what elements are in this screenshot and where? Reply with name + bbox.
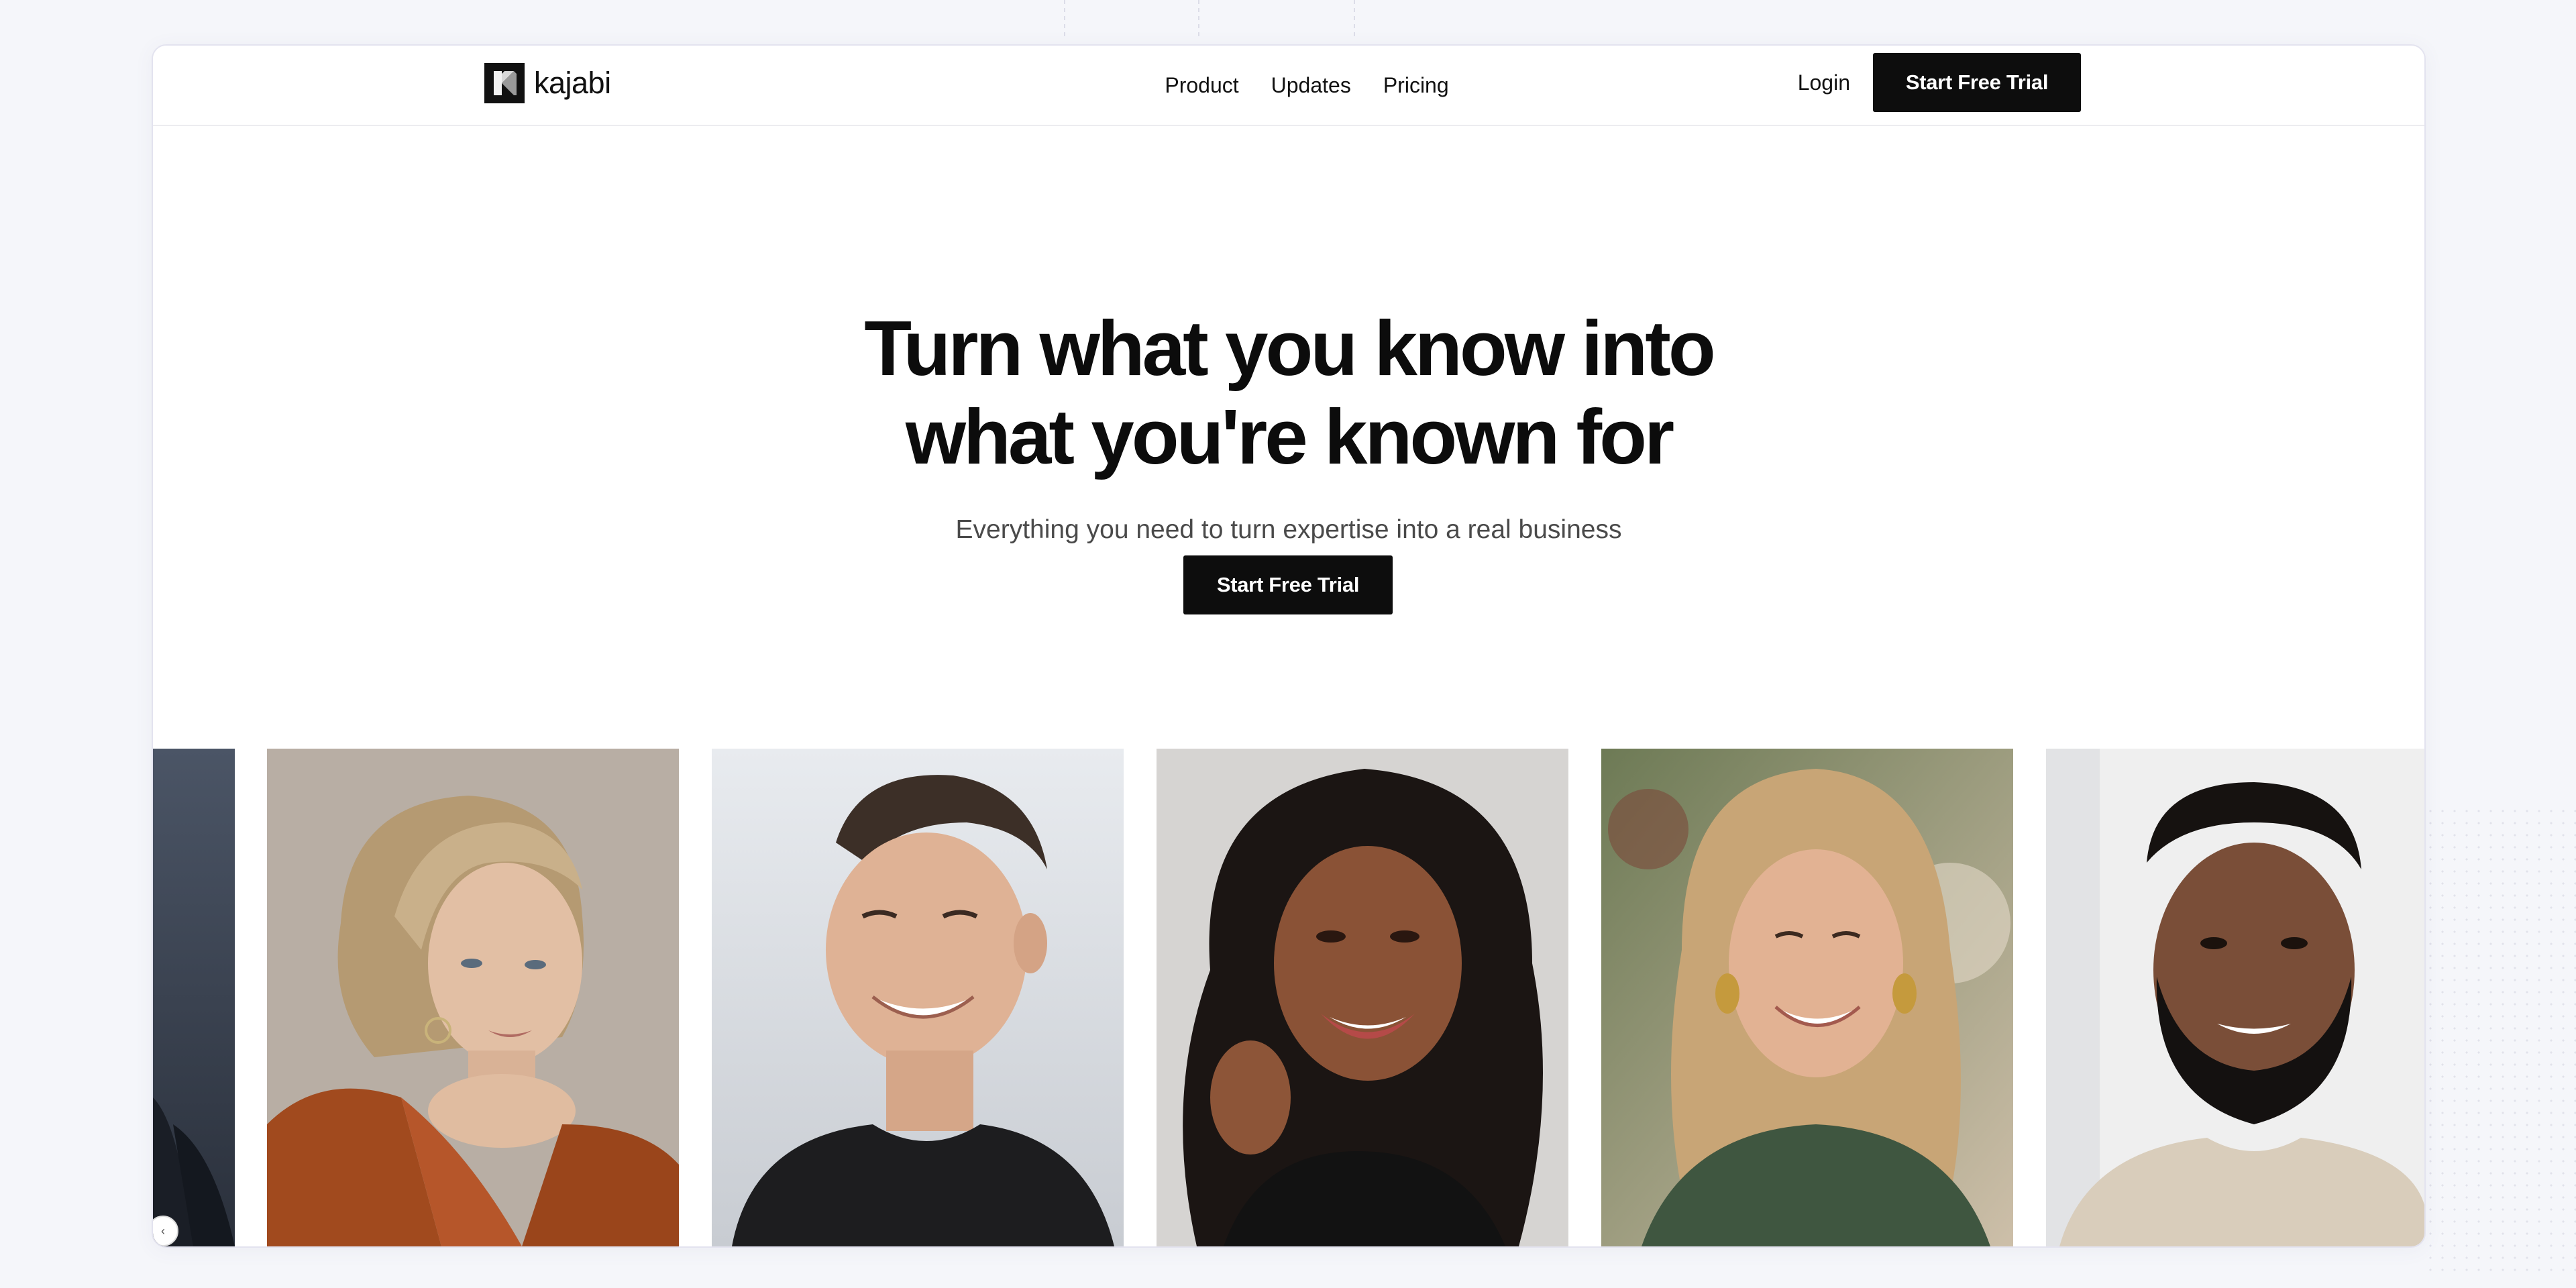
- nav-start-trial-button[interactable]: Start Free Trial: [1873, 53, 2081, 112]
- hero-title: Turn what you know into what you're know…: [153, 304, 2424, 481]
- hero-title-line2: what you're known for: [905, 393, 1674, 480]
- creator-photo: [712, 749, 1124, 1246]
- kajabi-logo[interactable]: kajabi: [484, 62, 611, 105]
- hero-start-trial-button[interactable]: Start Free Trial: [1183, 555, 1393, 614]
- creator-photo: ‹: [153, 749, 235, 1246]
- creator-photo-strip: ‹: [153, 749, 2424, 1246]
- hero-subtitle: Everything you need to turn expertise in…: [955, 515, 1622, 544]
- browser-frame: kajabi Product Updates Pricing Login Sta…: [152, 44, 2426, 1248]
- nav-link-updates[interactable]: Updates: [1271, 73, 1351, 98]
- kajabi-logo-icon: [484, 63, 525, 103]
- nav-actions: Login Start Free Trial: [1798, 52, 2081, 113]
- nav-link-pricing[interactable]: Pricing: [1383, 73, 1449, 98]
- decor-line: [1354, 0, 1355, 40]
- creator-photo: [1601, 749, 2013, 1246]
- decor-dots: [2424, 805, 2576, 1275]
- decor-line: [1064, 0, 1065, 40]
- hero-title-line1: Turn what you know into: [864, 305, 1716, 392]
- login-link[interactable]: Login: [1798, 70, 1850, 95]
- creator-photo: [2046, 749, 2424, 1246]
- creator-photo: [1157, 749, 1568, 1246]
- creator-photo: [267, 749, 679, 1246]
- top-navbar: kajabi Product Updates Pricing Login Sta…: [153, 46, 2424, 126]
- logo-wordmark: kajabi: [534, 66, 611, 100]
- nav-link-product[interactable]: Product: [1165, 73, 1238, 98]
- decor-line: [1198, 0, 1199, 40]
- main-nav: Product Updates Pricing: [1139, 46, 1474, 125]
